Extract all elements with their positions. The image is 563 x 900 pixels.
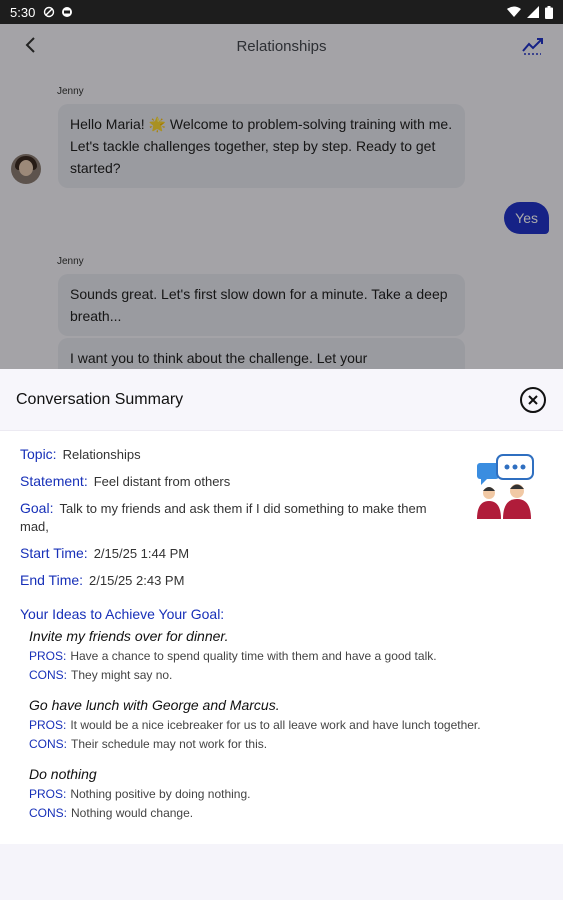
pros-text: Nothing positive by doing nothing. <box>70 787 251 801</box>
cons-label: CONS: <box>29 668 68 682</box>
field-label: Statement: <box>20 473 88 489</box>
cons-text: They might say no. <box>71 668 173 682</box>
wifi-icon <box>507 6 521 17</box>
statement-field: Statement: Feel distant from others <box>20 472 450 491</box>
idea-pros: PROS: Have a chance to spend quality time… <box>29 647 543 666</box>
field-label: Topic: <box>20 446 57 462</box>
cons-text: Their schedule may not work for this. <box>71 737 268 751</box>
bottom-area <box>0 844 563 900</box>
field-value: Talk to my friends and ask them if I did… <box>20 501 427 534</box>
battery-icon <box>545 5 553 19</box>
field-value: 2/15/25 2:43 PM <box>89 573 185 588</box>
field-value: Relationships <box>62 447 141 462</box>
cons-text: Nothing would change. <box>71 806 194 820</box>
topic-field: Topic: Relationships <box>20 445 450 464</box>
idea-item: Invite my friends over for dinner. PROS:… <box>29 628 543 685</box>
people-chat-icon <box>477 454 534 519</box>
idea-pros: PROS: It would be a nice icebreaker for u… <box>29 716 543 735</box>
modal-scrim[interactable] <box>0 24 563 369</box>
field-value: 2/15/25 1:44 PM <box>93 546 190 561</box>
pros-label: PROS: <box>29 718 67 732</box>
pros-text: It would be a nice icebreaker for us to … <box>70 718 481 732</box>
scroll-fade <box>0 830 563 844</box>
cons-label: CONS: <box>29 806 68 820</box>
idea-pros: PROS: Nothing positive by doing nothing. <box>29 785 543 804</box>
idea-title: Invite my friends over for dinner. <box>29 628 229 644</box>
summary-body: Topic: Relationships Statement: Feel dista… <box>0 431 563 844</box>
cons-label: CONS: <box>29 737 68 751</box>
start-time-field: Start Time: 2/15/25 1:44 PM <box>20 544 450 563</box>
idea-title: Do nothing <box>29 766 97 782</box>
idea-item: Go have lunch with George and Marcus. PR… <box>29 697 543 754</box>
status-bar: 5:30 <box>0 0 563 24</box>
goal-field: Goal: Talk to my friends and ask them if … <box>20 499 450 536</box>
notification-icon <box>62 7 73 17</box>
status-time: 5:30 <box>10 4 36 20</box>
pros-text: Have a chance to spend quality time with… <box>70 649 437 663</box>
end-time-field: End Time: 2/15/25 2:43 PM <box>20 571 450 590</box>
ideas-heading: Your Ideas to Achieve Your Goal: <box>20 606 225 622</box>
close-icon <box>528 395 538 405</box>
sheet-header: Conversation Summary <box>0 369 563 431</box>
field-value: Feel distant from others <box>93 474 231 489</box>
close-button[interactable] <box>520 387 546 413</box>
shield-off-icon <box>44 6 55 18</box>
pros-label: PROS: <box>29 649 67 663</box>
conversation-summary-sheet: Conversation Summary Topic: Relationships… <box>0 369 563 844</box>
field-label: Goal: <box>20 500 54 516</box>
idea-cons: CONS: Their schedule may not work for thi… <box>29 735 543 754</box>
idea-title: Go have lunch with George and Marcus. <box>29 697 280 713</box>
sheet-title: Conversation Summary <box>16 390 184 408</box>
idea-item: Do nothing PROS: Nothing positive by doin… <box>29 766 543 823</box>
field-label: End Time: <box>20 572 84 588</box>
pros-label: PROS: <box>29 787 67 801</box>
signal-icon <box>527 6 539 18</box>
idea-cons: CONS: They might say no. <box>29 666 543 685</box>
idea-cons: CONS: Nothing would change. <box>29 804 543 823</box>
field-label: Start Time: <box>20 545 88 561</box>
